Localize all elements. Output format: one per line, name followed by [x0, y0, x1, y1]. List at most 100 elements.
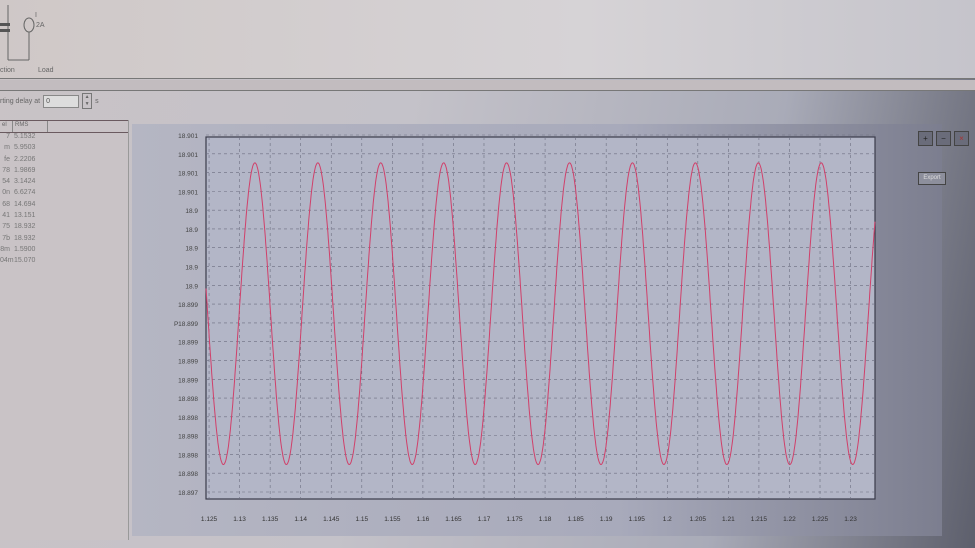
row-label: 7b [2, 234, 10, 242]
zoom-in-icon[interactable]: + [918, 131, 933, 146]
zoom-out-icon[interactable]: − [936, 131, 951, 146]
y-tick-label: 18.899 [178, 302, 198, 309]
table-row[interactable]: 41 13.151 [0, 212, 128, 223]
tab-section[interactable]: ction [0, 67, 15, 74]
x-tick-label: 1.21 [722, 516, 735, 523]
table-row[interactable]: 0n 6.6274 [0, 189, 128, 200]
x-tick-label: 1.23 [844, 516, 857, 523]
table-row[interactable]: m 5.9503 [0, 144, 128, 155]
column-header[interactable]: RMS [13, 121, 48, 132]
top-panel: I 2A ction Load [0, 0, 975, 79]
delay-unit: s [95, 97, 99, 105]
x-tick-label: 1.185 [567, 516, 584, 523]
y-tick-label: 18.9 [185, 265, 198, 272]
circuit-diagram [0, 5, 35, 61]
row-value: 1.5900 [14, 245, 36, 253]
x-tick-label: 1.155 [384, 516, 401, 523]
row-label: 04m [0, 257, 14, 265]
x-tick-label: 1.13 [233, 516, 246, 523]
table-row[interactable]: 04m 15.070 [0, 257, 128, 268]
row-label: 0n [2, 189, 10, 197]
table-row[interactable]: 68 14.694 [0, 201, 128, 212]
table-row[interactable]: 7 5.1532 [0, 133, 128, 144]
y-tick-label: 18.901 [178, 171, 198, 178]
source-value: 2A [36, 22, 45, 29]
x-tick-label: 1.22 [783, 516, 796, 523]
x-tick-label: 1.175 [506, 516, 523, 523]
row-label: m [4, 144, 10, 152]
export-button[interactable]: Export [918, 172, 946, 185]
y-tick-label: 18.9 [185, 283, 198, 290]
x-tick-label: 1.205 [690, 516, 707, 523]
table-row[interactable]: 75 18.932 [0, 223, 128, 234]
tab-load[interactable]: Load [38, 67, 54, 74]
y-tick-label: 18.898 [178, 415, 198, 422]
table-row[interactable]: 54 3.1424 [0, 178, 128, 189]
delay-label: rting delay at [0, 97, 41, 105]
x-tick-label: 1.225 [812, 516, 829, 523]
close-icon[interactable]: × [954, 131, 969, 146]
y-tick-label: 18.9 [185, 227, 198, 234]
row-label: 68 [2, 200, 10, 208]
x-tick-label: 1.215 [751, 516, 768, 523]
y-tick-label: 18.898 [178, 396, 198, 403]
x-tick-label: 1.14 [294, 516, 307, 523]
y-tick-label: 18.899 [178, 358, 198, 365]
y-tick-label: 18.901 [178, 152, 198, 159]
row-value: 13.151 [14, 212, 36, 220]
row-label: fe [4, 155, 10, 163]
delay-row: rting delay at ▲▼ s [0, 93, 99, 109]
table-row[interactable]: 8m 1.5900 [0, 246, 128, 257]
row-label: 8m [0, 245, 10, 253]
x-tick-label: 1.145 [323, 516, 340, 523]
table-row[interactable]: fe 2.2206 [0, 156, 128, 167]
source-label: I [35, 12, 37, 19]
y-tick-label: 18.899 [178, 321, 198, 328]
y-tick-label: 18.898 [178, 452, 198, 459]
row-value: 14.694 [14, 200, 36, 208]
row-value: 5.1532 [14, 133, 36, 140]
y-tick-label: 18.9 [185, 208, 198, 215]
table-row[interactable]: 7b 18.932 [0, 235, 128, 246]
y-tick-label: 18.897 [178, 490, 198, 497]
table-row[interactable]: 78 1.9869 [0, 167, 128, 178]
x-tick-label: 1.17 [478, 516, 491, 523]
row-value: 6.6274 [14, 189, 36, 197]
x-tick-label: 1.2 [663, 516, 672, 523]
y-tick-label: 18.899 [178, 377, 198, 384]
row-value: 3.1424 [14, 178, 36, 186]
x-tick-label: 1.19 [600, 516, 613, 523]
x-tick-label: 1.15 [355, 516, 368, 523]
y-tick-label: 18.898 [178, 471, 198, 478]
y-tick-label: 18.898 [178, 434, 198, 441]
x-tick-label: 1.18 [539, 516, 552, 523]
waveform-chart: 18.901 18.901 18.901 18.901 18.9 18.9 18.9 18.9… [174, 133, 876, 523]
separator-bar [0, 80, 975, 91]
row-label: 78 [2, 166, 10, 174]
row-label: 54 [2, 178, 10, 186]
delay-stepper[interactable]: ▲ ▼ [82, 93, 93, 109]
row-value: 18.932 [14, 234, 36, 242]
row-value: 1.9869 [14, 166, 36, 174]
row-value: 2.2206 [14, 155, 36, 163]
x-tick-label: 1.165 [445, 516, 462, 523]
x-tick-label: 1.195 [629, 516, 646, 523]
column-header[interactable]: el [0, 121, 13, 132]
row-label: 75 [2, 223, 10, 231]
row-label: 7 [6, 133, 10, 140]
row-value: 15.070 [14, 257, 36, 265]
y-tick-label: 18.901 [178, 189, 198, 196]
row-label: 41 [2, 212, 10, 220]
x-tick-label: 1.16 [417, 516, 430, 523]
measurement-table: el RMS 7 5.1532 m 5.9503 fe 2.2206 78 1.9869 54 3… [0, 120, 129, 540]
delay-input[interactable] [43, 94, 80, 108]
x-tick-label: 1.125 [201, 516, 218, 523]
x-tick-label: 1.135 [262, 516, 279, 523]
cursor-marker: P [174, 321, 178, 328]
chart-panel: 18.901 18.901 18.901 18.901 18.9 18.9 18.9 18.9… [132, 124, 942, 536]
y-tick-label: 18.901 [178, 133, 198, 140]
row-value: 5.9503 [14, 144, 36, 152]
y-tick-label: 18.899 [178, 340, 198, 347]
y-tick-label: 18.9 [185, 246, 198, 253]
row-value: 18.932 [14, 223, 36, 231]
